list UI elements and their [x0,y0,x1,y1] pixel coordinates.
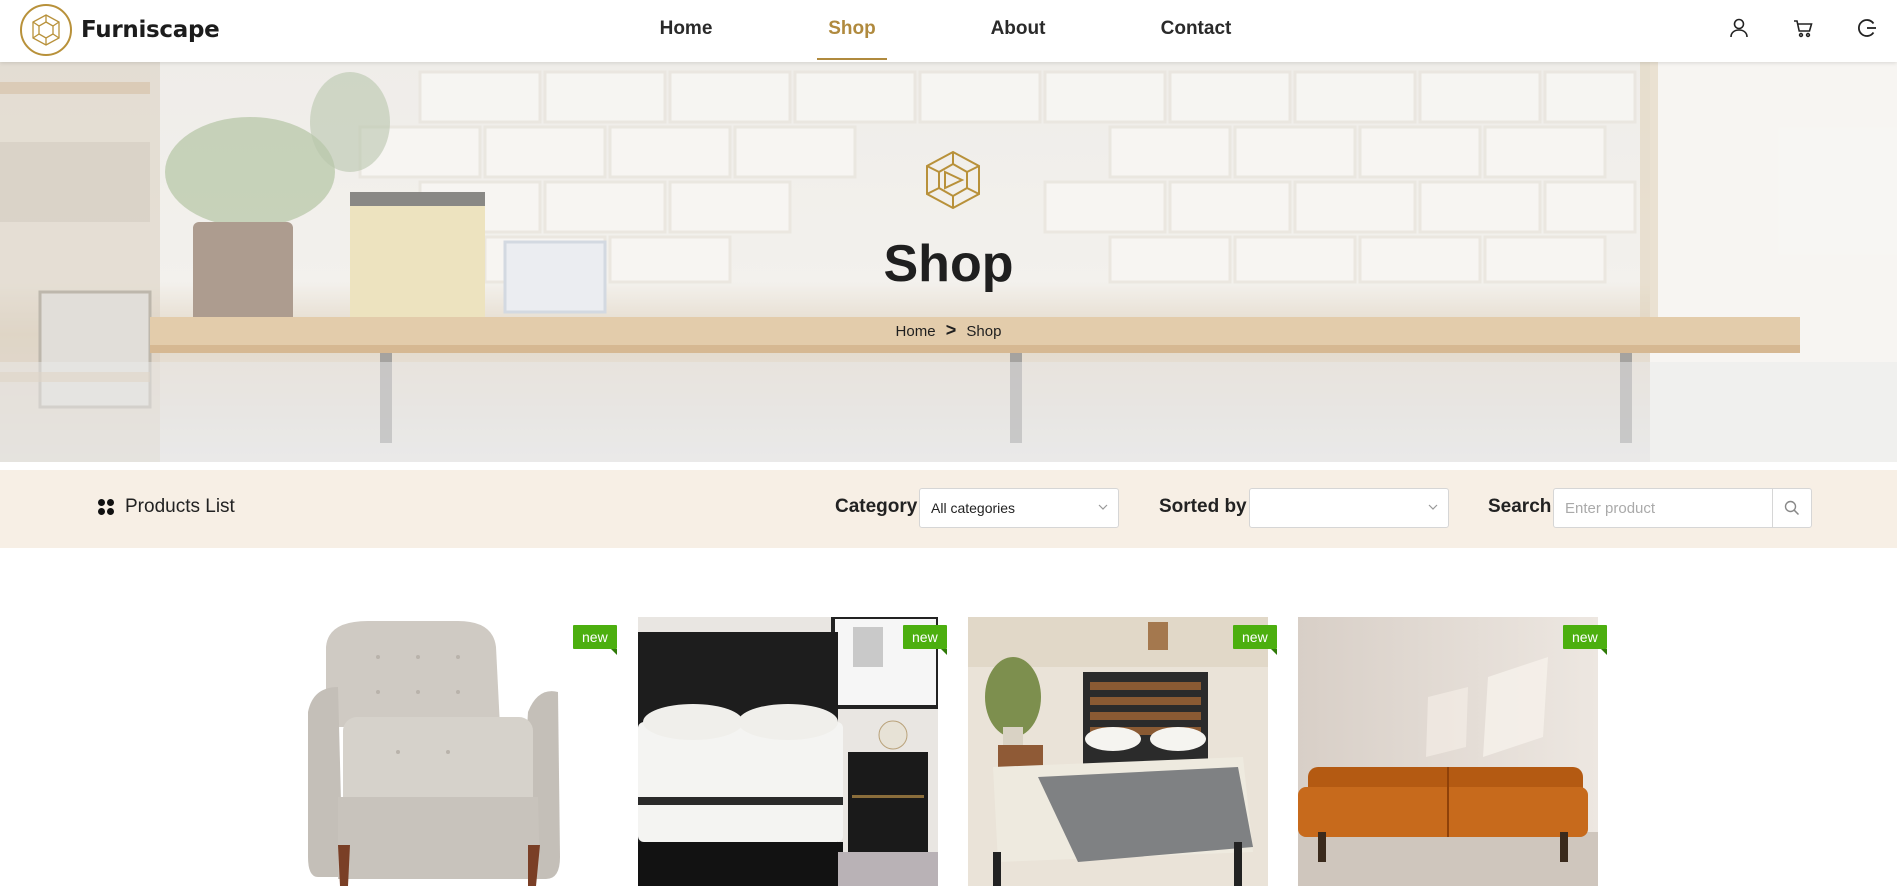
chevron-down-icon [1098,504,1108,510]
product-image-bed [968,617,1268,886]
breadcrumb-current: Shop [966,323,1002,340]
product-card-mattress[interactable] [638,617,938,886]
user-icon[interactable] [1727,16,1751,40]
product-card-armchair[interactable] [308,617,608,886]
new-badge: new [903,625,947,655]
cart-icon[interactable] [1791,16,1815,40]
products-list-heading: Products List [98,496,235,518]
logout-icon[interactable] [1855,16,1879,40]
nav-contact[interactable]: Contact [1146,0,1246,60]
chevron-down-icon [1428,504,1438,510]
filter-bar: Products List Category All categories So… [0,470,1897,548]
nav-about[interactable]: About [970,0,1066,60]
nav-shop[interactable]: Shop [817,0,887,60]
product-image-armchair [308,617,608,886]
dodecahedron-emblem-icon [918,148,988,219]
page-title: Shop [883,235,1014,293]
nav-home[interactable]: Home [640,0,732,60]
search-input[interactable] [1553,488,1773,528]
sorted-by-label: Sorted by [1159,496,1247,517]
product-image-mattress [638,617,938,886]
new-badge: new [1563,625,1607,655]
search-button[interactable] [1772,488,1812,528]
search-icon [1784,500,1800,516]
product-card-sofa[interactable] [1298,617,1598,886]
breadcrumb-home[interactable]: Home [896,323,936,340]
breadcrumb-separator: > [945,320,957,340]
top-navbar: Furniscape Home Shop About Contact [0,0,1897,62]
breadcrumb: Home > Shop [0,320,1897,341]
search-label: Search [1488,496,1552,517]
sort-select[interactable] [1249,488,1449,528]
product-image-sofa [1298,617,1598,886]
category-label: Category [835,496,918,517]
category-select[interactable]: All categories [919,488,1119,528]
hero-banner: Shop Home > Shop [0,62,1897,462]
grid-dots-icon [98,499,114,515]
product-card-bed[interactable] [968,617,1268,886]
new-badge: new [1233,625,1277,655]
products-list-label: Products List [125,496,235,517]
category-select-value: All categories [931,500,1016,516]
new-badge: new [573,625,617,655]
main-nav: Home Shop About Contact [0,0,1897,60]
